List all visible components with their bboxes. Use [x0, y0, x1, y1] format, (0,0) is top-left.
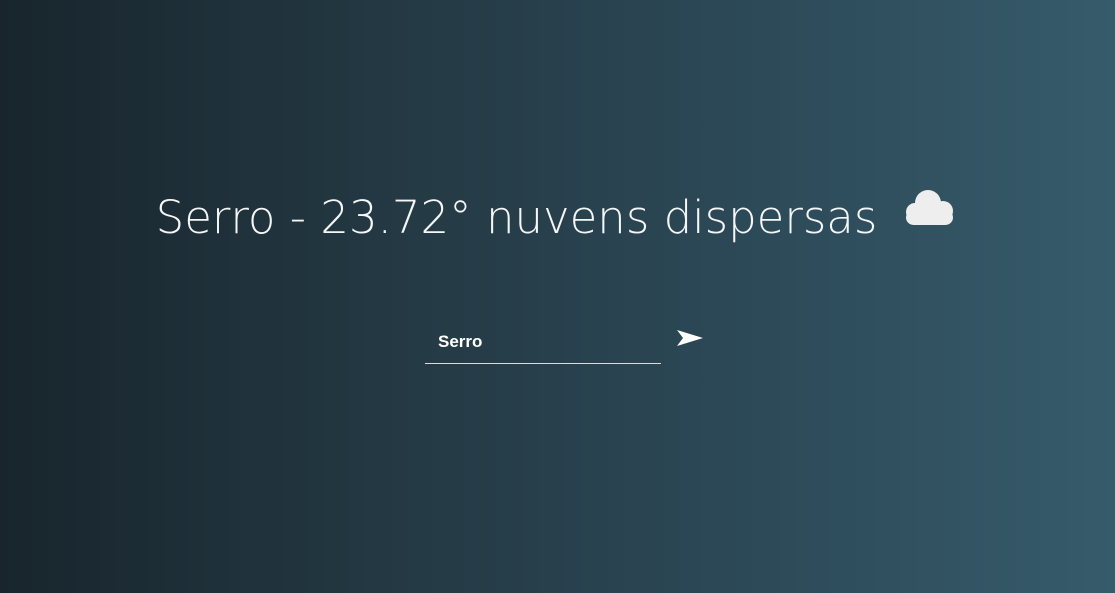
cloud-icon: [899, 188, 959, 228]
city-search-input[interactable]: [425, 320, 661, 364]
search-submit-button[interactable]: [675, 326, 705, 352]
send-arrow-icon: [677, 330, 703, 346]
weather-summary-text: Serro - 23.72° nuvens dispersas: [155, 191, 878, 244]
city-search-form: [425, 320, 705, 364]
weather-heading: Serro - 23.72° nuvens dispersas: [0, 186, 1115, 250]
